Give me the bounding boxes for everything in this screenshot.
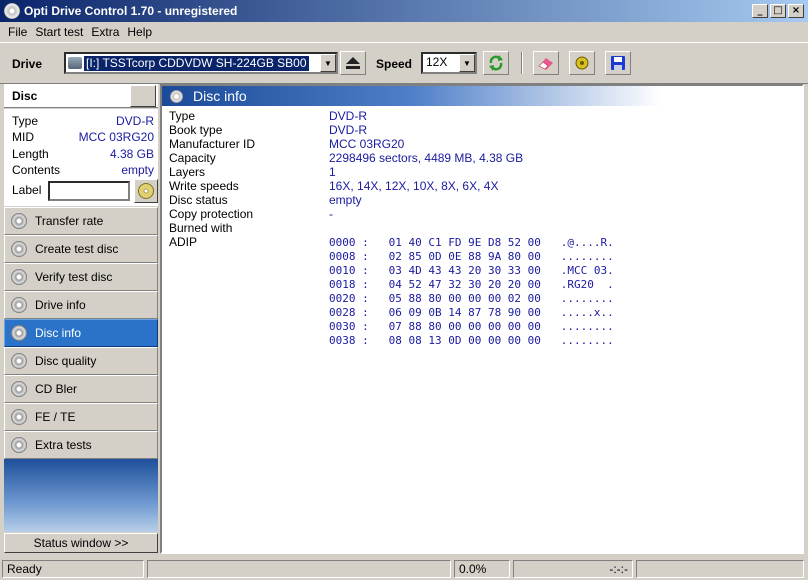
info-row-capacity: Capacity 2298496 sectors, 4489 MB, 4.38 … [169, 151, 524, 165]
status-text: Ready [2, 560, 144, 578]
close-button[interactable]: × [788, 4, 804, 18]
speed-select-value: 12X [426, 55, 448, 69]
disc-icon [11, 353, 27, 369]
label-input[interactable] [48, 181, 130, 201]
window-title: Opti Drive Control 1.70 - unregistered [24, 4, 238, 18]
erase-button[interactable] [533, 51, 559, 75]
eject-button[interactable] [340, 51, 366, 75]
app-disc-icon [4, 3, 20, 19]
chevron-down-icon[interactable]: ▼ [459, 54, 475, 72]
disc-prop-length: Length 4.38 GB [12, 147, 154, 161]
speed-select[interactable]: 12X ▼ [421, 52, 477, 74]
info-row-disc-status: Disc status empty [169, 193, 362, 207]
eraser-icon [538, 58, 553, 70]
nav-verify-test-disc[interactable]: Verify test disc [4, 263, 158, 291]
info-row-burned-with: Burned with [169, 221, 233, 235]
progress-percent: 0.0% [454, 560, 510, 578]
disc-info-header: Disc info [162, 86, 662, 106]
minimize-button[interactable]: _ [752, 4, 768, 18]
disc-panel-toggle-button[interactable] [130, 85, 156, 107]
menu-help[interactable]: Help [123, 25, 156, 39]
disc-panel-header: Disc [4, 84, 158, 108]
title-bar: Opti Drive Control 1.70 - unregistered _… [0, 0, 808, 22]
nav-cd-bler[interactable]: CD Bler [4, 375, 158, 403]
disc-icon [138, 183, 154, 199]
status-window-button[interactable]: Status window >> [4, 533, 158, 553]
menu-extra[interactable]: Extra [87, 25, 123, 39]
adip-hex-row: 0038 : 08 08 13 0D 00 00 00 00 ........ [329, 334, 614, 347]
disc-prop-type: Type DVD-R [12, 114, 154, 128]
nav-extra-tests[interactable]: Extra tests [4, 431, 158, 459]
drive-select[interactable]: [I:] TSSTcorp CDDVDW SH-224GB SB00 ▼ [64, 52, 338, 74]
drive-icon [68, 57, 82, 69]
disc-icon [170, 89, 183, 103]
toolbar-separator [521, 52, 523, 74]
disc-icon [11, 409, 27, 425]
disc-icon [11, 241, 27, 257]
adip-hex-row: 0000 : 01 40 C1 FD 9E D8 52 00 .@....R. [329, 236, 614, 249]
adip-hex-row: 0008 : 02 85 0D 0E 88 9A 80 00 ........ [329, 250, 614, 263]
progress-bar [147, 560, 451, 578]
adip-hex-row: 0018 : 04 52 47 32 30 20 20 00 .RG20 . [329, 278, 614, 291]
tools-button[interactable] [569, 51, 595, 75]
maximize-button[interactable]: □ [770, 4, 786, 18]
menu-start-test[interactable]: Start test [31, 25, 87, 39]
disc-icon [11, 437, 27, 453]
disc-info-panel: Disc info Type DVD-R Book type DVD-R Man… [160, 84, 804, 554]
drive-label: Drive [12, 57, 43, 71]
save-button[interactable] [605, 51, 631, 75]
refresh-icon [489, 55, 503, 71]
disc-icon [11, 269, 27, 285]
eject-icon [346, 57, 360, 69]
disc-panel-title: Disc [12, 89, 38, 103]
disc-info-title: Disc info [193, 88, 247, 104]
adip-hex-row: 0010 : 03 4D 43 43 20 30 33 00 .MCC 03. [329, 264, 614, 277]
chevron-down-icon[interactable]: ▼ [320, 54, 336, 72]
test-nav-list: Transfer rate Create test disc Verify te… [4, 207, 158, 459]
info-row-manufacturer-id: Manufacturer ID MCC 03RG20 [169, 137, 405, 151]
adip-hex-row: 0030 : 07 88 80 00 00 00 00 00 ........ [329, 320, 614, 333]
info-row-write-speeds: Write speeds 16X, 14X, 12X, 10X, 8X, 6X,… [169, 179, 499, 193]
drive-select-value: [I:] TSSTcorp CDDVDW SH-224GB SB00 [84, 56, 309, 71]
disc-icon [11, 297, 27, 313]
disc-icon [11, 213, 27, 229]
menu-file[interactable]: File [4, 25, 31, 39]
sidebar-background [4, 459, 158, 532]
info-row-layers: Layers 1 [169, 165, 336, 179]
disc-icon [11, 325, 27, 341]
adip-hex-row: 0020 : 05 88 80 00 00 00 02 00 ........ [329, 292, 614, 305]
info-row-copy-protection: Copy protection - [169, 207, 333, 221]
status-extra [636, 560, 804, 578]
nav-disc-quality[interactable]: Disc quality [4, 347, 158, 375]
speed-label: Speed [376, 57, 413, 71]
adip-hex-row: 0028 : 06 09 0B 14 87 78 90 00 .....x.. [329, 306, 614, 319]
info-row-type: Type DVD-R [169, 109, 367, 123]
disc-properties: Type DVD-R MID MCC 03RG20 Length 4.38 GB… [4, 109, 158, 206]
menu-bar: File Start test Extra Help [0, 22, 808, 41]
nav-drive-info[interactable]: Drive info [4, 291, 158, 319]
nav-transfer-rate[interactable]: Transfer rate [4, 207, 158, 235]
nav-disc-info[interactable]: Disc info [4, 319, 158, 347]
floppy-disk-icon [611, 56, 625, 70]
elapsed-time: -:-:- [513, 560, 633, 578]
info-row-book-type: Book type DVD-R [169, 123, 367, 137]
status-bar: Ready 0.0% -:-:- [0, 558, 808, 580]
nav-fe-te[interactable]: FE / TE [4, 403, 158, 431]
disc-prop-mid: MID MCC 03RG20 [12, 130, 154, 144]
nav-create-test-disc[interactable]: Create test disc [4, 235, 158, 263]
apply-label-button[interactable] [134, 179, 158, 203]
disc-prop-contents: Contents empty [12, 163, 154, 177]
refresh-button[interactable] [483, 51, 509, 75]
wrench-icon [575, 56, 589, 70]
label-field-label: Label [12, 183, 42, 197]
disc-icon [11, 381, 27, 397]
